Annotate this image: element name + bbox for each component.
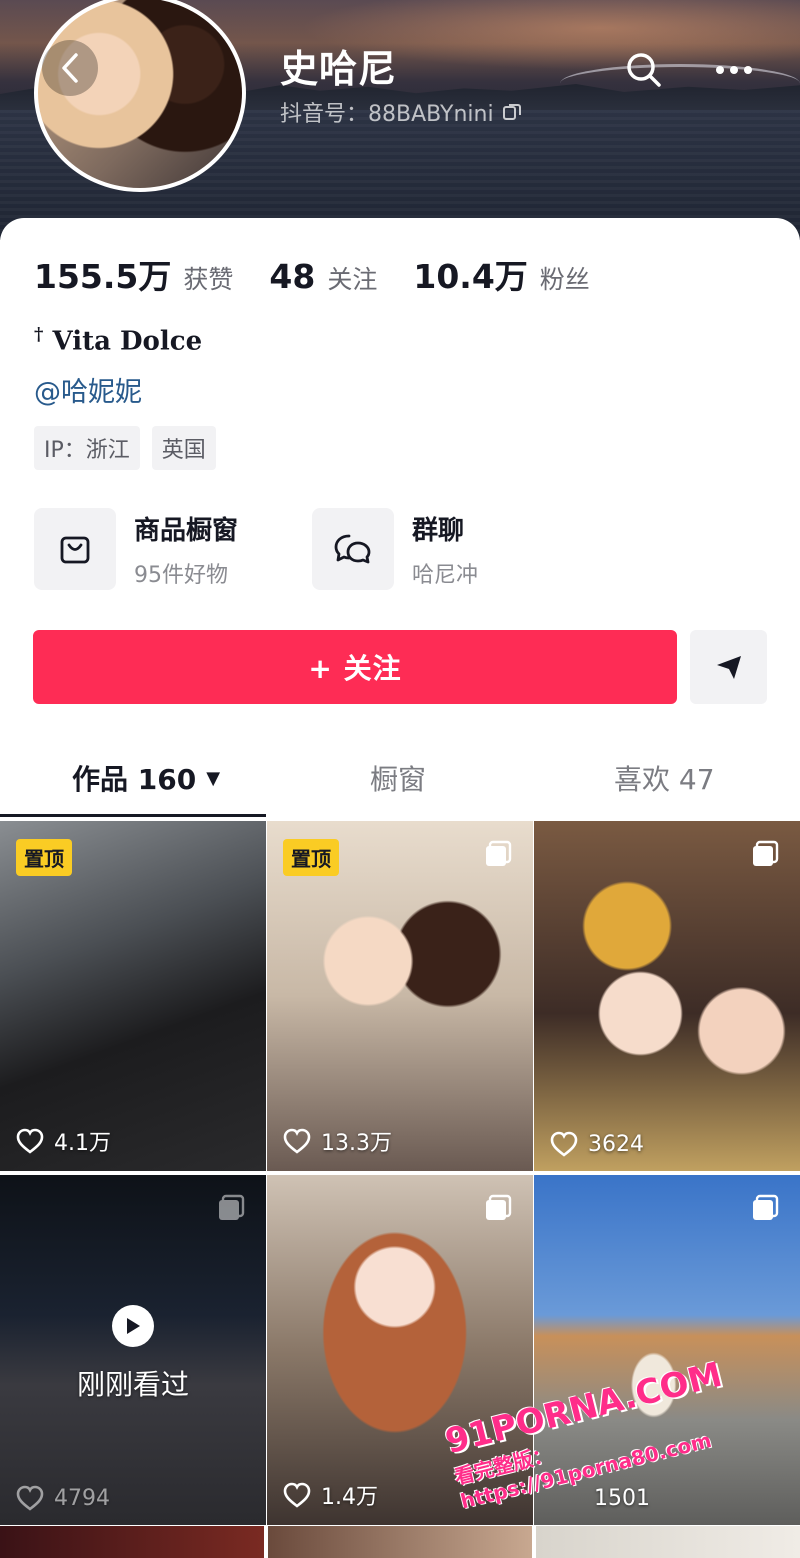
back-icon (62, 53, 78, 83)
video-likes: 1.4万 (283, 1479, 378, 1511)
search-button[interactable] (622, 48, 666, 92)
shop-title: 商品橱窗 (134, 515, 239, 546)
stat-followers-value: 10.4万 (413, 257, 528, 296)
profile-nickname: 史哈尼 (280, 47, 398, 91)
stat-following[interactable]: 48 关注 (269, 257, 377, 296)
heart-icon (16, 1128, 44, 1154)
heart-icon (283, 1128, 311, 1154)
video-tile[interactable]: 刚刚看过 4794 (0, 1175, 266, 1525)
video-tile-partial[interactable] (536, 1526, 800, 1558)
video-likes-count: 1.4万 (321, 1485, 378, 1510)
stat-followers[interactable]: 10.4万 粉丝 (413, 250, 589, 298)
video-grid: 置顶 4.1万 置顶 13.3万 3624 刚刚看过 4794 1.4万 150… (0, 603, 800, 1525)
heart-icon (283, 1482, 311, 1508)
shop-icon-box (34, 508, 116, 590)
profile-stats: 155.5万 获赞 48 关注 10.4万 粉丝 (34, 250, 626, 298)
video-likes: 1501 (594, 1486, 650, 1511)
video-tile-partial[interactable] (268, 1526, 532, 1558)
stat-likes[interactable]: 155.5万 获赞 (34, 250, 233, 298)
video-tile[interactable]: 置顶 4.1万 (0, 821, 266, 1171)
video-likes-count: 13.3万 (321, 1131, 392, 1156)
back-button[interactable] (42, 40, 98, 96)
stat-likes-label: 获赞 (183, 265, 234, 294)
more-icon (716, 66, 752, 74)
video-tile[interactable]: 1501 (534, 1175, 800, 1525)
tag-ip-location: IP：浙江 (34, 426, 140, 470)
avatar[interactable] (34, 0, 246, 192)
multi-image-icon (753, 1194, 779, 1220)
recently-viewed-label: 刚刚看过 (76, 1368, 189, 1401)
stat-following-value: 48 (269, 257, 316, 296)
chat-bubbles-icon (334, 534, 371, 564)
banner-bridge (560, 64, 800, 103)
stat-followers-label: 粉丝 (539, 265, 590, 294)
shop-subtitle: 95件好物 (134, 562, 228, 588)
shop-window-entry[interactable]: 商品橱窗 95件好物 (34, 508, 238, 590)
video-likes: 4.1万 (16, 1125, 111, 1157)
douyin-id-text: 抖音号：88BABYnini (280, 102, 494, 127)
search-icon (627, 53, 661, 87)
video-tile[interactable]: 置顶 13.3万 (267, 821, 533, 1171)
group-chat-icon-box (312, 508, 394, 590)
group-chat-text: 群聊 哈尼冲 (412, 510, 478, 589)
stat-following-label: 关注 (327, 265, 378, 294)
video-likes: 4794 (16, 1485, 110, 1511)
pinned-badge: 置顶 (16, 839, 72, 876)
copy-icon[interactable] (502, 102, 522, 122)
recently-viewed-overlay: 刚刚看过 (0, 1305, 266, 1403)
video-likes: 3624 (550, 1131, 644, 1157)
tag-country: 英国 (151, 426, 216, 470)
group-chat-subtitle: 哈尼冲 (412, 562, 479, 588)
multi-image-icon (486, 1194, 512, 1220)
douyin-id[interactable]: 抖音号：88BABYnini (280, 96, 522, 128)
video-tile-partial[interactable] (0, 1526, 264, 1558)
multi-image-icon (753, 840, 779, 866)
next-row-preview (0, 1526, 800, 1558)
shopping-bag-icon (60, 536, 90, 564)
video-likes-count: 4.1万 (54, 1131, 111, 1156)
multi-image-icon (486, 840, 512, 866)
heart-icon (16, 1485, 44, 1511)
video-tile[interactable]: 3624 (534, 821, 800, 1171)
video-likes-count: 3624 (588, 1131, 644, 1157)
multi-image-icon (219, 1194, 245, 1220)
video-likes-count: 4794 (54, 1485, 110, 1511)
play-icon (127, 1318, 140, 1334)
bio-cross-mark: † (34, 324, 44, 345)
video-tile[interactable]: 1.4万 (267, 1175, 533, 1525)
heart-icon (550, 1131, 578, 1157)
bio-text: Vita Dolce (52, 326, 203, 357)
pinned-badge: 置顶 (283, 839, 339, 876)
profile-bio: † Vita Dolce (34, 324, 202, 357)
shop-text: 商品橱窗 95件好物 (134, 510, 238, 589)
group-chat-title: 群聊 (412, 515, 465, 546)
profile-tags: IP：浙江 英国 (34, 426, 216, 470)
video-likes-count: 1501 (594, 1486, 650, 1511)
group-chat-entry[interactable]: 群聊 哈尼冲 (312, 508, 478, 590)
profile-mention-link[interactable]: @哈妮妮 (34, 370, 142, 409)
stat-likes-value: 155.5万 (34, 257, 172, 296)
play-icon-wrap (112, 1305, 154, 1347)
video-likes: 13.3万 (283, 1125, 392, 1157)
more-button[interactable] (712, 48, 756, 92)
